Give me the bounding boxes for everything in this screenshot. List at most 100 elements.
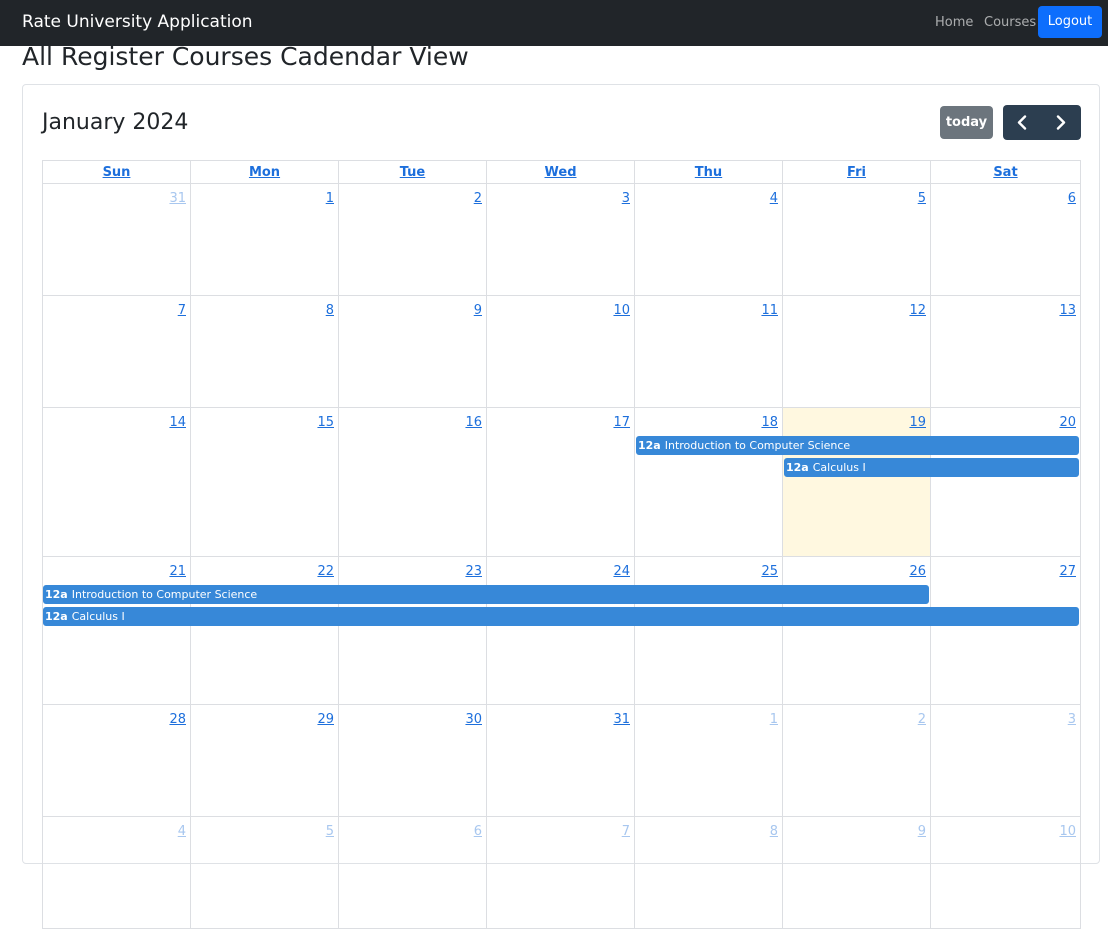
calendar-day[interactable]: 8 xyxy=(191,296,339,408)
course-event[interactable]: 12a Introduction to Computer Science xyxy=(43,585,929,604)
day-number-link[interactable]: 22 xyxy=(317,564,334,579)
calendar-day[interactable]: 4 xyxy=(635,184,783,296)
day-number-link[interactable]: 21 xyxy=(169,564,186,579)
calendar-day[interactable]: 11 xyxy=(635,296,783,408)
calendar-day[interactable]: 1 xyxy=(635,705,783,817)
calendar-day[interactable]: 29 xyxy=(191,705,339,817)
calendar-day[interactable]: 8 xyxy=(635,817,783,929)
day-number-link[interactable]: 5 xyxy=(326,824,334,839)
day-number-link[interactable]: 2 xyxy=(474,191,482,206)
day-number-link[interactable]: 1 xyxy=(326,191,334,206)
day-number-link[interactable]: 27 xyxy=(1059,564,1076,579)
calendar-day[interactable]: 10 xyxy=(487,296,635,408)
calendar-day[interactable]: 9 xyxy=(783,817,931,929)
day-number-link[interactable]: 8 xyxy=(326,303,334,318)
day-number-link[interactable]: 2 xyxy=(918,712,926,727)
weekday-link[interactable]: Fri xyxy=(847,165,866,180)
day-number-link[interactable]: 17 xyxy=(613,415,630,430)
calendar-day[interactable]: 15 xyxy=(191,408,339,557)
calendar-day[interactable]: 20 xyxy=(931,408,1081,557)
calendar-day[interactable]: 3 xyxy=(487,184,635,296)
nav-link-home[interactable]: Home xyxy=(935,15,973,30)
day-number-link[interactable]: 14 xyxy=(169,415,186,430)
calendar-day[interactable]: 9 xyxy=(339,296,487,408)
day-number-link[interactable]: 31 xyxy=(613,712,630,727)
calendar-day[interactable]: 7 xyxy=(487,817,635,929)
calendar-day[interactable]: 28 xyxy=(42,705,191,817)
calendar-day[interactable]: 6 xyxy=(931,184,1081,296)
day-number-link[interactable]: 7 xyxy=(178,303,186,318)
calendar-day-today[interactable]: 19 xyxy=(783,408,931,557)
calendar-day[interactable]: 22 xyxy=(191,557,339,705)
day-number-link[interactable]: 6 xyxy=(1068,191,1076,206)
course-event[interactable]: 12a Calculus I xyxy=(784,458,1079,477)
calendar-day[interactable]: 1 xyxy=(191,184,339,296)
calendar-day[interactable]: 14 xyxy=(42,408,191,557)
today-button[interactable]: today xyxy=(940,106,993,139)
day-number-link[interactable]: 15 xyxy=(317,415,334,430)
day-number-link[interactable]: 10 xyxy=(1059,824,1076,839)
day-number-link[interactable]: 3 xyxy=(1068,712,1076,727)
calendar-day[interactable]: 27 xyxy=(931,557,1081,705)
weekday-link[interactable]: Sun xyxy=(103,165,131,180)
day-number-link[interactable]: 31 xyxy=(169,191,186,206)
calendar-day[interactable]: 18 xyxy=(635,408,783,557)
day-number-link[interactable]: 26 xyxy=(909,564,926,579)
day-number-link[interactable]: 24 xyxy=(613,564,630,579)
weekday-link[interactable]: Mon xyxy=(249,165,280,180)
day-number-link[interactable]: 30 xyxy=(465,712,482,727)
day-number-link[interactable]: 13 xyxy=(1059,303,1076,318)
calendar-day[interactable]: 21 xyxy=(42,557,191,705)
calendar-day[interactable]: 31 xyxy=(487,705,635,817)
calendar-day[interactable]: 24 xyxy=(487,557,635,705)
day-number-link[interactable]: 4 xyxy=(178,824,186,839)
day-number-link[interactable]: 11 xyxy=(761,303,778,318)
day-number-link[interactable]: 8 xyxy=(770,824,778,839)
weekday-link[interactable]: Sat xyxy=(993,165,1017,180)
calendar-day[interactable]: 17 xyxy=(487,408,635,557)
day-number-link[interactable]: 28 xyxy=(169,712,186,727)
day-number-link[interactable]: 23 xyxy=(465,564,482,579)
day-number-link[interactable]: 6 xyxy=(474,824,482,839)
day-number-link[interactable]: 7 xyxy=(622,824,630,839)
calendar-day[interactable]: 26 xyxy=(783,557,931,705)
weekday-link[interactable]: Thu xyxy=(695,165,722,180)
day-number-link[interactable]: 5 xyxy=(918,191,926,206)
nav-link-courses[interactable]: Courses xyxy=(984,15,1036,30)
day-number-link[interactable]: 1 xyxy=(770,712,778,727)
course-event[interactable]: 12a Calculus I xyxy=(43,607,1079,626)
day-number-link[interactable]: 9 xyxy=(918,824,926,839)
day-number-link[interactable]: 20 xyxy=(1059,415,1076,430)
calendar-day[interactable]: 10 xyxy=(931,817,1081,929)
logout-button[interactable]: Logout xyxy=(1038,6,1102,38)
calendar-day[interactable]: 31 xyxy=(42,184,191,296)
calendar-day[interactable]: 7 xyxy=(42,296,191,408)
calendar-day[interactable]: 30 xyxy=(339,705,487,817)
day-number-link[interactable]: 25 xyxy=(761,564,778,579)
calendar-day[interactable]: 12 xyxy=(783,296,931,408)
calendar-day[interactable]: 25 xyxy=(635,557,783,705)
calendar-day[interactable]: 16 xyxy=(339,408,487,557)
calendar-day[interactable]: 5 xyxy=(191,817,339,929)
day-number-link[interactable]: 29 xyxy=(317,712,334,727)
calendar-day[interactable]: 13 xyxy=(931,296,1081,408)
weekday-link[interactable]: Wed xyxy=(545,165,577,180)
calendar-day[interactable]: 2 xyxy=(783,705,931,817)
day-number-link[interactable]: 18 xyxy=(761,415,778,430)
day-number-link[interactable]: 19 xyxy=(909,415,926,430)
calendar-day[interactable]: 6 xyxy=(339,817,487,929)
calendar-day[interactable]: 2 xyxy=(339,184,487,296)
weekday-link[interactable]: Tue xyxy=(400,165,426,180)
calendar-day[interactable]: 3 xyxy=(931,705,1081,817)
day-number-link[interactable]: 10 xyxy=(613,303,630,318)
day-number-link[interactable]: 4 xyxy=(770,191,778,206)
course-event[interactable]: 12a Introduction to Computer Science xyxy=(636,436,1079,455)
calendar-day[interactable]: 5 xyxy=(783,184,931,296)
day-number-link[interactable]: 9 xyxy=(474,303,482,318)
calendar-day[interactable]: 4 xyxy=(42,817,191,929)
day-number-link[interactable]: 3 xyxy=(622,191,630,206)
day-number-link[interactable]: 16 xyxy=(465,415,482,430)
day-number-link[interactable]: 12 xyxy=(909,303,926,318)
calendar-day[interactable]: 23 xyxy=(339,557,487,705)
next-month-button[interactable] xyxy=(1042,105,1081,140)
